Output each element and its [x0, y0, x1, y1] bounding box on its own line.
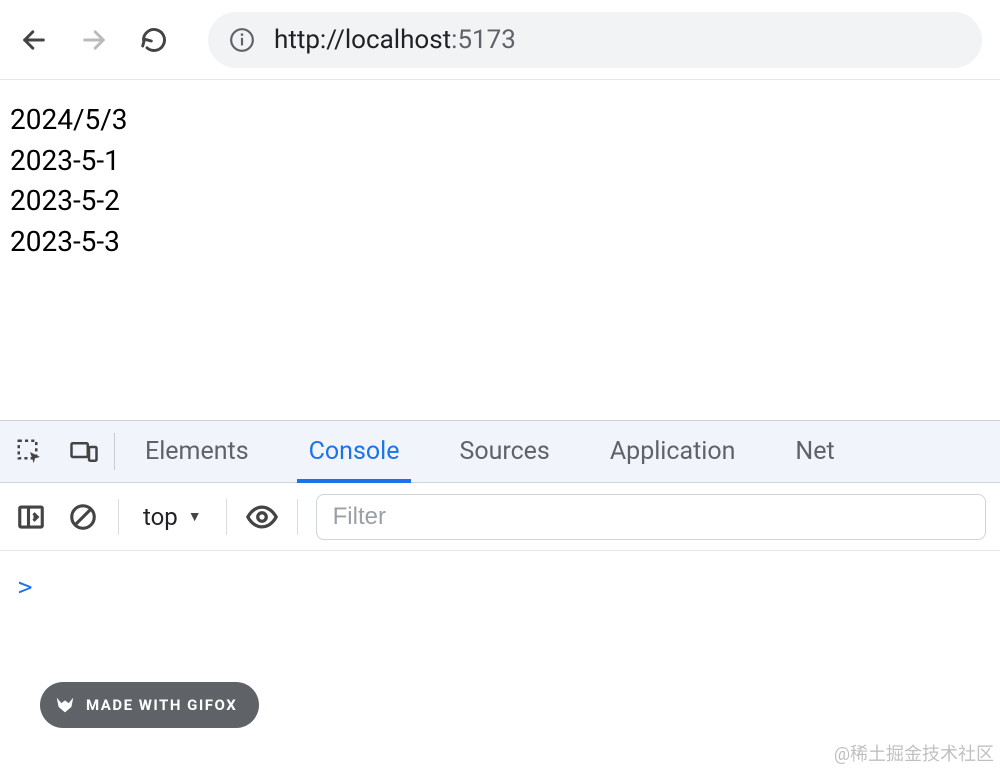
eye-icon — [245, 500, 279, 534]
execution-context-dropdown[interactable]: top ▼ — [137, 503, 208, 531]
arrow-right-icon — [80, 26, 108, 54]
live-expression-button[interactable] — [245, 500, 279, 534]
inspect-element-button[interactable] — [14, 436, 46, 468]
tab-label: Application — [610, 437, 736, 466]
device-toggle-button[interactable] — [68, 436, 100, 468]
clear-console-button[interactable] — [66, 500, 100, 534]
arrow-left-icon — [20, 26, 48, 54]
tab-application[interactable]: Application — [580, 421, 766, 482]
date-line: 2023-5-2 — [10, 181, 990, 222]
forward-button[interactable] — [78, 24, 110, 56]
context-label: top — [143, 503, 178, 531]
page-content: 2024/5/3 2023-5-1 2023-5-2 2023-5-3 — [0, 80, 1000, 420]
tab-console[interactable]: Console — [279, 421, 430, 482]
clear-icon — [68, 502, 98, 532]
separator — [226, 499, 227, 535]
reload-icon — [140, 26, 168, 54]
tab-label: Sources — [459, 437, 549, 466]
devtools-tabbar: Elements Console Sources Application Net — [0, 421, 1000, 483]
url-text: http://localhost:5173 — [274, 25, 516, 55]
gifox-label: MADE WITH GIFOX — [86, 696, 237, 714]
url-port: :5173 — [451, 25, 516, 55]
date-line: 2024/5/3 — [10, 100, 990, 141]
gifox-badge: MADE WITH GIFOX — [40, 682, 259, 728]
console-prompt: > — [18, 573, 32, 601]
info-icon — [229, 27, 255, 53]
browser-toolbar: http://localhost:5173 — [0, 0, 1000, 80]
chevron-down-icon: ▼ — [188, 508, 202, 525]
watermark: @稀土掘金技术社区 — [834, 740, 994, 766]
tab-label: Net — [795, 437, 834, 466]
url-host: http://localhost — [274, 25, 451, 55]
back-button[interactable] — [18, 24, 50, 56]
sidebar-icon — [16, 502, 46, 532]
toggle-sidebar-button[interactable] — [14, 500, 48, 534]
console-filter-input[interactable] — [316, 494, 986, 540]
console-toolbar: top ▼ — [0, 483, 1000, 551]
site-info-button[interactable] — [228, 26, 256, 54]
separator — [118, 499, 119, 535]
tab-network[interactable]: Net — [765, 421, 864, 482]
console-body[interactable]: > — [0, 551, 1000, 623]
devtools-panel: Elements Console Sources Application Net… — [0, 420, 1000, 623]
devtools-left-icons — [0, 421, 114, 482]
fox-icon — [54, 694, 76, 716]
tab-label: Elements — [145, 437, 249, 466]
address-bar[interactable]: http://localhost:5173 — [208, 12, 982, 68]
tab-elements[interactable]: Elements — [115, 421, 279, 482]
separator — [297, 499, 298, 535]
tab-label: Console — [309, 437, 400, 466]
device-icon — [69, 437, 99, 467]
date-line: 2023-5-3 — [10, 222, 990, 263]
tab-sources[interactable]: Sources — [429, 421, 579, 482]
inspect-icon — [15, 437, 45, 467]
reload-button[interactable] — [138, 24, 170, 56]
date-line: 2023-5-1 — [10, 141, 990, 182]
